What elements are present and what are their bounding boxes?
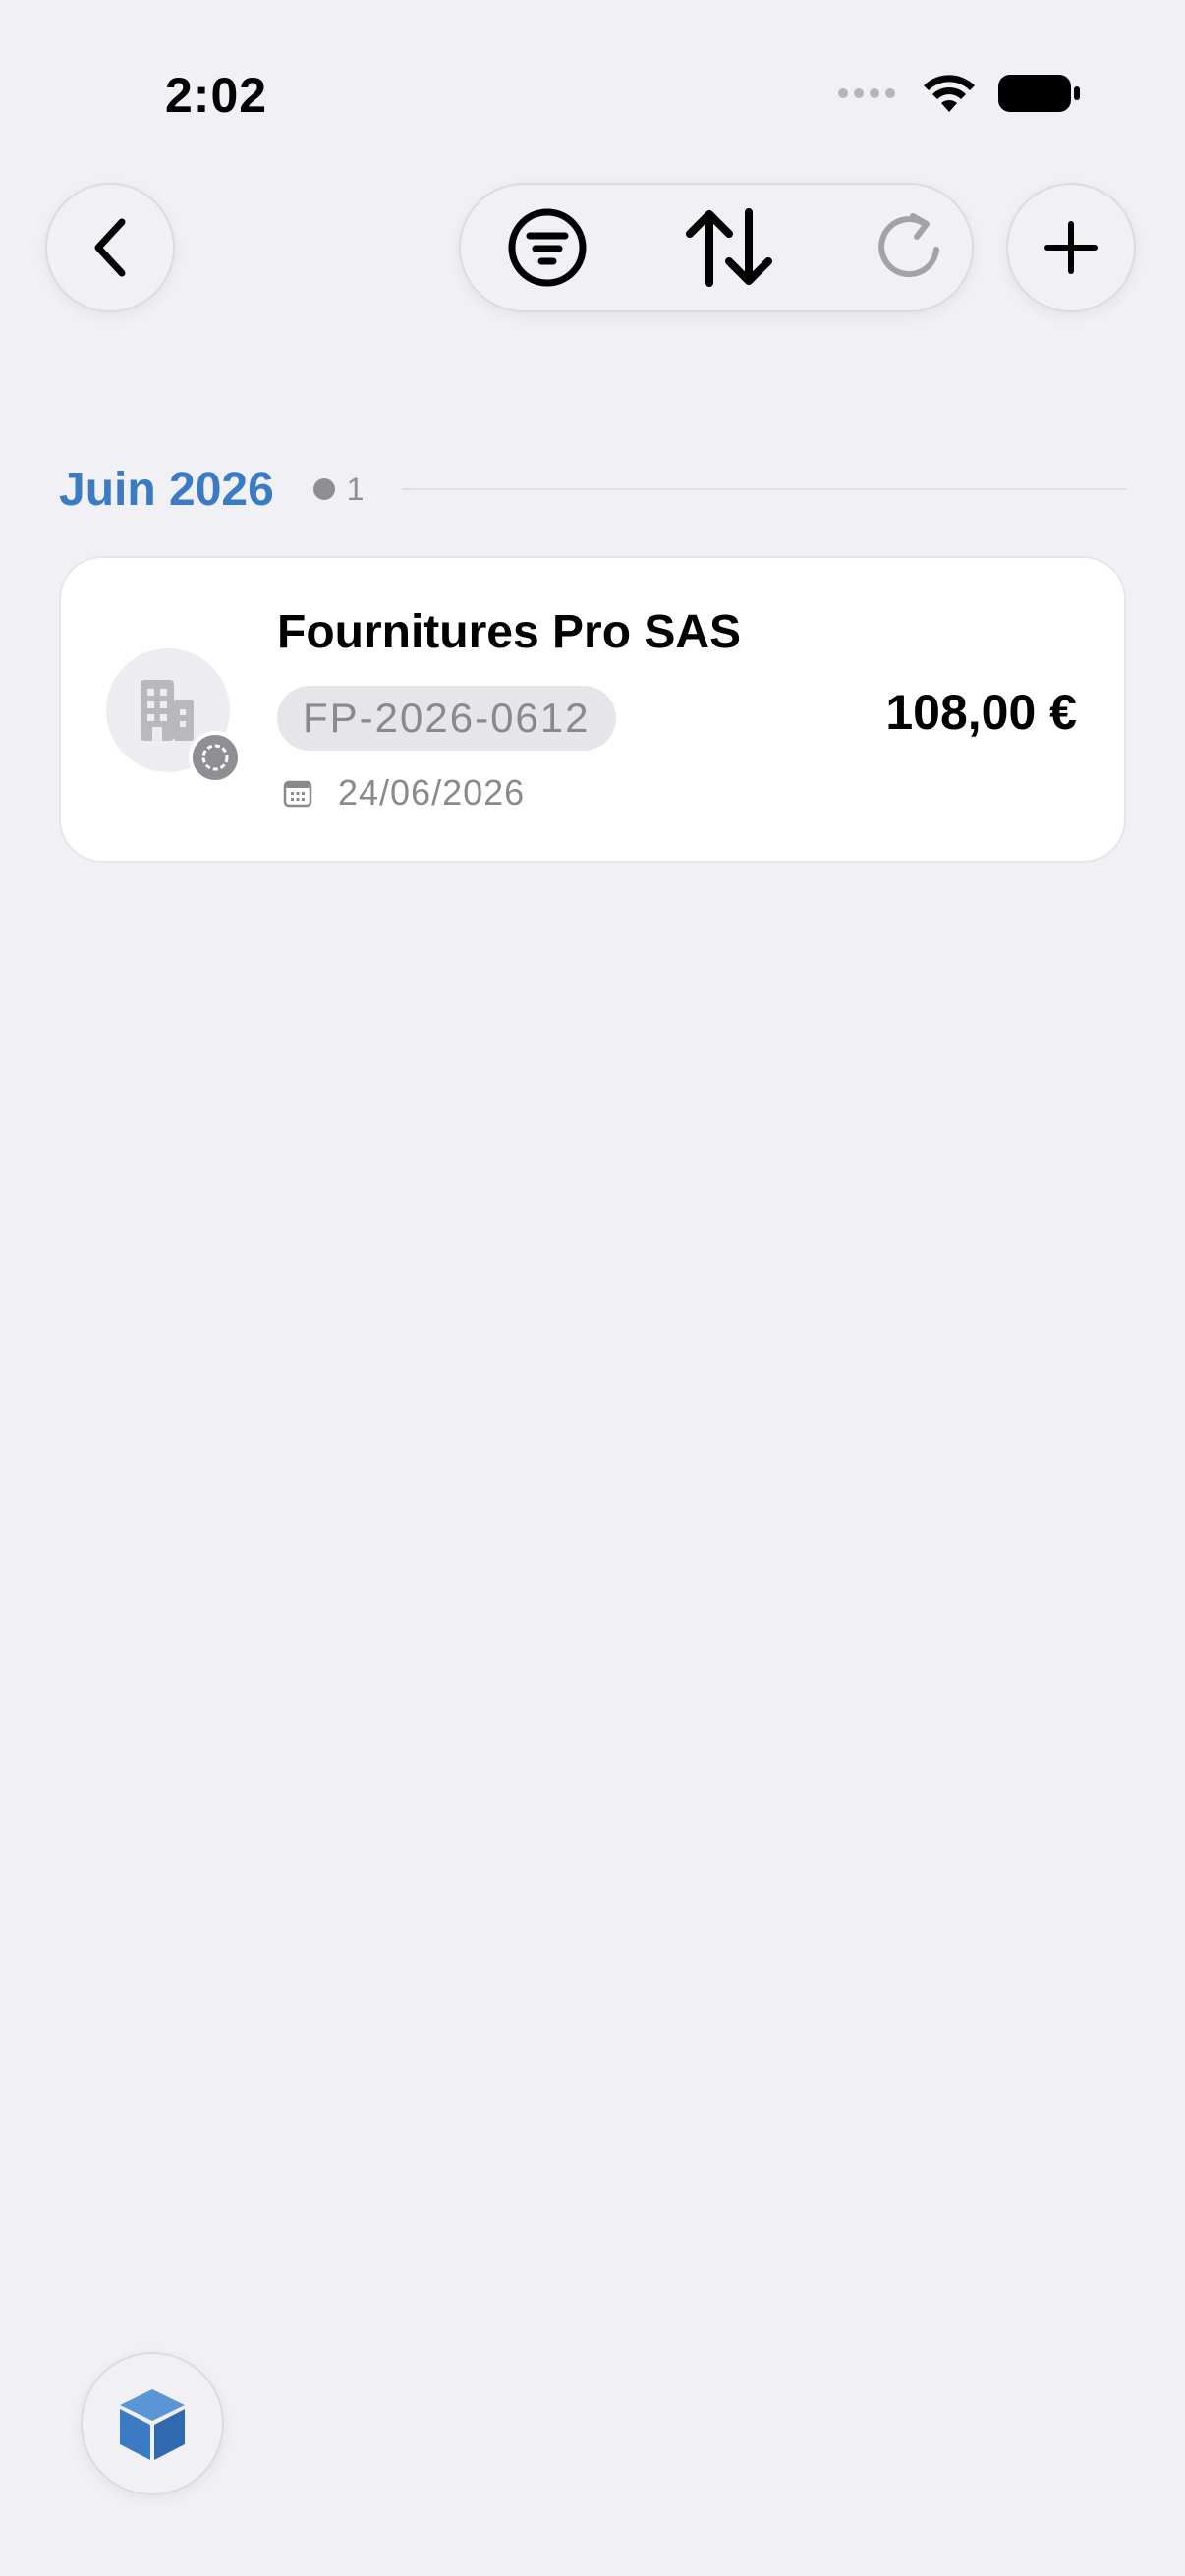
status-icons [837,73,1081,114]
invoice-date-row: 24/06/2026 [283,772,525,813]
battery-icon [998,75,1080,112]
invoice-date: 24/06/2026 [338,772,526,812]
toolbar-pill [459,183,974,312]
status-time: 2:02 [165,68,268,123]
box-icon [120,2389,185,2460]
section-count: 1 [346,471,365,507]
plus-icon [1044,221,1098,274]
invoice-reference: FP-2026-0612 [277,686,616,751]
filter-button[interactable] [474,185,621,310]
status-bar: 2:02 [0,0,1185,147]
cellular-signal-icon [838,88,895,98]
vendor-name: Fournitures Pro SAS [277,606,742,658]
invoice-amount: 108,00 € [885,685,1077,740]
chevron-left-icon [94,218,126,277]
pending-status-icon [201,744,229,771]
calendar-icon [283,780,312,808]
back-button[interactable] [45,183,175,312]
refresh-button[interactable] [835,185,983,310]
invoice-card[interactable]: Fournitures Pro SAS FP-2026-0612 24/06/2… [59,556,1126,863]
month-section-header: Juin 2026 1 [59,460,1126,519]
wifi-icon [924,75,975,112]
section-title: Juin 2026 [59,463,274,516]
box-button[interactable] [81,2352,224,2495]
building-icon [141,680,194,741]
sort-button[interactable] [655,185,803,310]
count-dot-icon [312,478,335,500]
section-divider [401,488,1126,490]
refresh-icon [878,213,939,278]
add-button[interactable] [1006,183,1136,312]
sort-icon [686,208,772,287]
filter-icon [508,208,587,287]
status-badge [189,731,242,784]
